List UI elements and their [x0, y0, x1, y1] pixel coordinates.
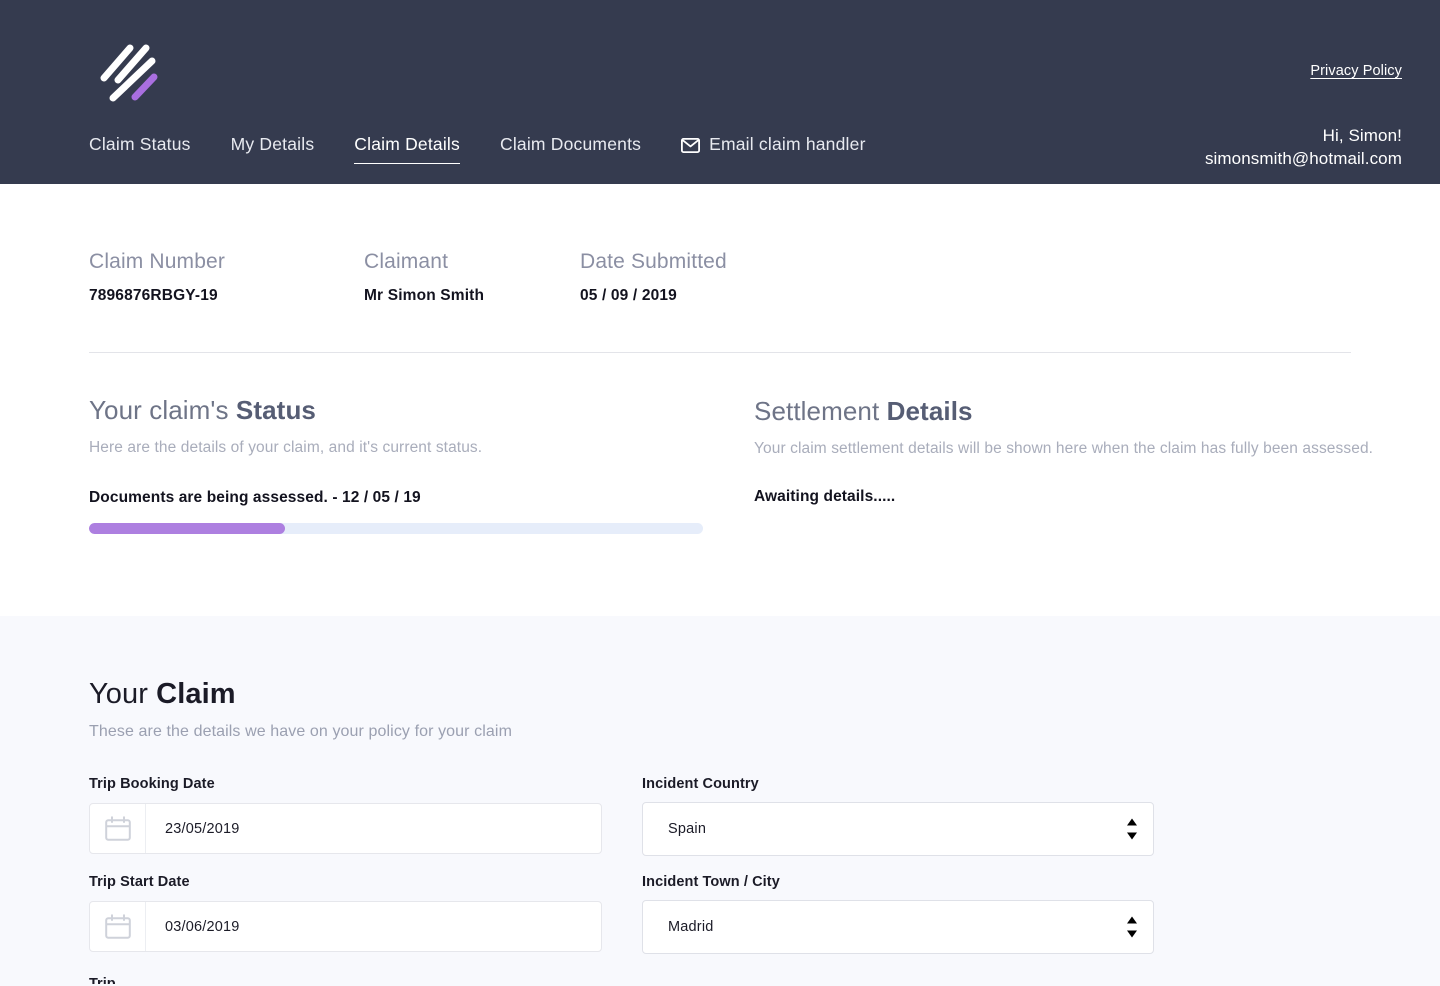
- privacy-policy-link[interactable]: Privacy Policy: [1310, 63, 1402, 79]
- trip-booking-date-label: Trip Booking Date: [89, 776, 215, 792]
- field-incident-country: Incident Country Spain: [642, 776, 1154, 856]
- site-header: Privacy Policy Hi, Simon! simonsmith@hot…: [0, 0, 1440, 184]
- trip-booking-date-input[interactable]: 23/05/2019: [89, 803, 602, 854]
- next-field-label-clipped: Trip: [89, 976, 116, 984]
- your-claim-title-light: Your: [89, 678, 157, 710]
- summary-date-submitted: Date Submitted 05 / 09 / 2019: [580, 250, 727, 305]
- trip-start-date-value[interactable]: 03/06/2019: [146, 902, 601, 951]
- user-info: Hi, Simon! simonsmith@hotmail.com: [1205, 124, 1402, 170]
- field-trip-booking-date: Trip Booking Date 23/05/2019: [89, 776, 642, 856]
- status-panels: Your claim's Status Here are the details…: [0, 353, 1440, 616]
- nav-item-claim-details[interactable]: Claim Details: [354, 134, 460, 164]
- date-submitted-label: Date Submitted: [580, 250, 727, 273]
- summary-claimant: Claimant Mr Simon Smith: [364, 250, 580, 305]
- claim-status-title: Your claim's Status: [89, 395, 754, 426]
- field-incident-town-city: Incident Town / City Madrid: [642, 874, 1154, 954]
- incident-country-label: Incident Country: [642, 776, 759, 792]
- claim-number-label: Claim Number: [89, 250, 225, 273]
- nav-item-claim-status[interactable]: Claim Status: [89, 134, 191, 164]
- settlement-status-value: Awaiting details.....: [754, 488, 896, 505]
- main-navigation: Claim Status My Details Claim Details Cl…: [89, 134, 866, 164]
- settlement-title-light: Settlement: [754, 396, 887, 426]
- nav-label: Email claim handler: [709, 134, 866, 154]
- claim-status-panel: Your claim's Status Here are the details…: [89, 395, 754, 534]
- chevron-up-icon: [1126, 916, 1137, 924]
- your-claim-title: Your Claim: [89, 678, 1440, 711]
- incident-town-city-label: Incident Town / City: [642, 874, 780, 890]
- incident-country-select[interactable]: Spain: [642, 802, 1154, 856]
- date-submitted-value: 05 / 09 / 2019: [580, 287, 677, 304]
- chevron-down-icon: [1126, 930, 1137, 938]
- nav-label: Claim Status: [89, 134, 191, 154]
- chevron-down-icon: [1126, 832, 1137, 840]
- nav-label: Claim Documents: [499, 134, 642, 154]
- nav-item-my-details[interactable]: My Details: [231, 134, 315, 164]
- claim-summary: Claim Number 7896876RBGY-19 Claimant Mr …: [0, 184, 1440, 353]
- incident-country-value: Spain: [668, 821, 707, 837]
- claim-status-subtitle: Here are the details of your claim, and …: [89, 439, 483, 456]
- trip-start-date-label: Trip Start Date: [89, 874, 190, 890]
- settlement-details-panel: Settlement Details Your claim settlement…: [754, 395, 1404, 534]
- your-claim-title-bold: Claim: [156, 678, 236, 710]
- claimant-label: Claimant: [364, 250, 449, 273]
- select-arrows-icon[interactable]: [1126, 818, 1137, 840]
- claimant-value: Mr Simon Smith: [364, 287, 485, 304]
- nav-label: My Details: [230, 134, 315, 154]
- select-arrows-icon[interactable]: [1126, 916, 1137, 938]
- chevron-up-icon: [1126, 818, 1137, 826]
- claim-status-title-light: Your claim's: [89, 395, 236, 425]
- calendar-icon[interactable]: [90, 804, 146, 853]
- settlement-title: Settlement Details: [754, 396, 1404, 427]
- claim-form: Trip Booking Date 23/05/2019 Incident Co…: [89, 776, 1440, 972]
- user-greeting: Hi, Simon!: [1322, 126, 1402, 145]
- incident-town-city-select[interactable]: Madrid: [642, 900, 1154, 954]
- company-logo[interactable]: [96, 38, 162, 106]
- your-claim-section: Your Claim These are the details we have…: [0, 616, 1440, 986]
- nav-item-claim-documents[interactable]: Claim Documents: [500, 134, 641, 164]
- calendar-icon[interactable]: [90, 902, 146, 951]
- your-claim-subtitle: These are the details we have on your po…: [89, 723, 512, 740]
- nav-item-email-claim-handler[interactable]: Email claim handler: [681, 134, 866, 164]
- claim-progress-fill: [89, 523, 286, 534]
- mail-icon: [681, 137, 701, 153]
- claim-status-title-bold: Status: [235, 395, 316, 425]
- claim-status-value: Documents are being assessed. - 12 / 05 …: [89, 489, 421, 506]
- trip-start-date-input[interactable]: 03/06/2019: [89, 901, 602, 952]
- settlement-title-bold: Details: [886, 396, 973, 426]
- field-trip-start-date: Trip Start Date 03/06/2019: [89, 874, 642, 954]
- nav-label: Claim Details: [354, 134, 460, 154]
- trip-booking-date-value[interactable]: 23/05/2019: [146, 804, 601, 853]
- user-email: simonsmith@hotmail.com: [1204, 149, 1402, 168]
- claim-progress-bar: [89, 523, 703, 534]
- summary-claim-number: Claim Number 7896876RBGY-19: [89, 250, 364, 305]
- settlement-subtitle: Your claim settlement details will be sh…: [754, 440, 1374, 457]
- incident-town-city-value: Madrid: [668, 919, 714, 935]
- claim-number-value: 7896876RBGY-19: [89, 287, 218, 304]
